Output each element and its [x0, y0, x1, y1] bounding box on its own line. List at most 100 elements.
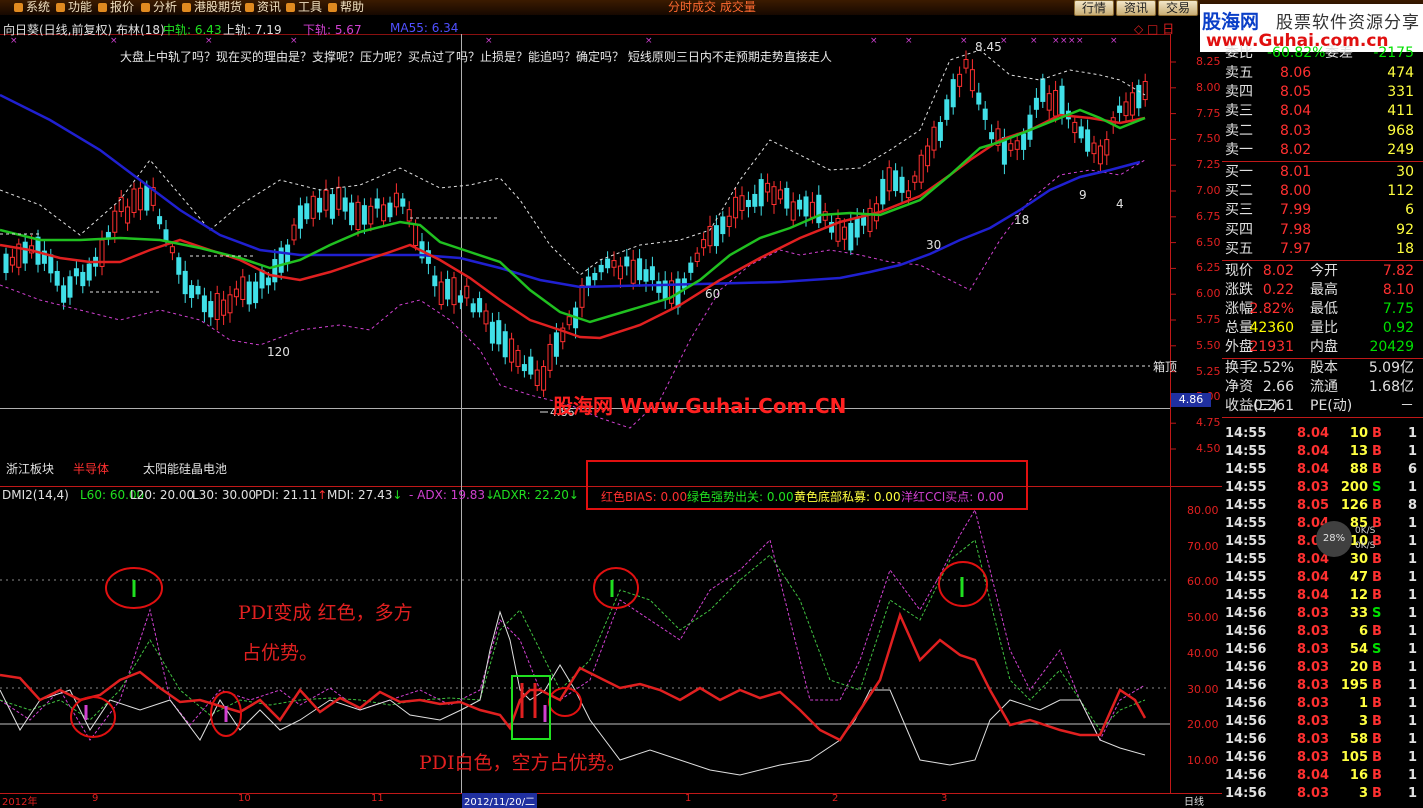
candle-body	[969, 69, 975, 92]
candle-body	[515, 349, 521, 367]
axis-month-3: 3	[941, 793, 948, 804]
indicator-name: 布林(18)	[116, 23, 165, 37]
period-label[interactable]: 日线	[1184, 793, 1204, 808]
window-controls[interactable]: ◇ □ 日	[1134, 20, 1174, 37]
dmi-axis-tick: 10.00	[1187, 753, 1219, 767]
price-axis-tick: 8.25	[1196, 55, 1221, 68]
candle-body	[534, 369, 540, 387]
trade-side: B	[1372, 660, 1382, 675]
trade-side: B	[1372, 570, 1382, 585]
menu-hk-futures[interactable]: 港股期货	[182, 0, 242, 15]
bid-volume: 18	[1396, 240, 1414, 257]
candle-body	[227, 294, 233, 314]
ma18-label: 18	[1014, 213, 1030, 227]
arrow-down-icon: ↓	[392, 488, 403, 502]
candle-body	[54, 270, 60, 286]
trade-row: 14:56 8.03 20 B 1	[1222, 659, 1423, 677]
trade-row: 14:56 8.03 1 B 1	[1222, 695, 1423, 713]
weibi-value: -60.82%	[1267, 45, 1326, 61]
ask-volume: 249	[1387, 141, 1414, 158]
trade-count: 1	[1408, 606, 1418, 621]
watermark: 股海网 Www.Guhai.Com.CN	[553, 394, 847, 418]
weicha-label: 委差	[1325, 45, 1353, 61]
menu-tools[interactable]: 工具	[286, 0, 322, 15]
candle-body	[1129, 92, 1135, 116]
candle-body	[784, 187, 790, 209]
stat-value: 8.10	[1382, 282, 1414, 298]
stat-value: 1.68亿	[1368, 379, 1414, 395]
cursor-price-box: 4.86	[1171, 393, 1211, 407]
trade-side: B	[1372, 552, 1382, 567]
bid-price: 7.99	[1280, 202, 1312, 219]
candle-body	[585, 276, 591, 287]
menu-analysis[interactable]: 分析	[141, 0, 177, 15]
stat-row: 换手 2.52% 股本 5.09亿	[1222, 359, 1423, 378]
dmi-adxr: ADXR: 22.20↓	[493, 488, 579, 502]
sector-semiconductor[interactable]: 半导体	[73, 460, 109, 477]
candle-body	[144, 185, 150, 211]
candle-body	[374, 198, 380, 209]
signal-x-mark: ×	[645, 36, 653, 46]
quote-panel: 委比 -60.82% 委差 -2175 卖五 8.06 474 卖四 8.05 331 卖三 8.04…	[1222, 45, 1423, 803]
trade-time: 14:55	[1225, 462, 1267, 477]
candle-body	[368, 205, 374, 225]
candle-body	[905, 190, 911, 199]
trade-volume: 54	[1349, 642, 1368, 657]
candle-body	[240, 276, 246, 300]
high-price-label: 8.45	[975, 40, 1002, 54]
trade-volume: 105	[1340, 750, 1368, 765]
menu-system[interactable]: 系统	[14, 0, 50, 15]
signal-x-mark: ×	[905, 36, 913, 46]
candle-body	[1040, 78, 1046, 102]
logo-tagline: 股票软件资源分享	[1276, 13, 1420, 33]
trade-tab-button[interactable]: 交易	[1158, 0, 1198, 16]
candle-body	[1027, 114, 1033, 140]
menu-function[interactable]: 功能	[56, 0, 92, 15]
trade-time: 14:56	[1225, 750, 1267, 765]
candle-body	[208, 301, 214, 318]
sector-zhejiang[interactable]: 浙江板块	[6, 460, 54, 477]
quote-tab-button[interactable]: 行情	[1074, 0, 1114, 16]
candle-body	[317, 197, 323, 213]
stat-value: 8.02	[1262, 263, 1294, 279]
trade-side: B	[1372, 786, 1382, 801]
menu-label: 帮助	[340, 0, 365, 14]
ask-price: 8.02	[1280, 141, 1312, 158]
candle-body	[1078, 126, 1084, 139]
candle-body	[349, 202, 355, 226]
menu-tools-icon	[286, 3, 295, 12]
axis-month-1: 1	[685, 793, 692, 804]
bid-price: 7.97	[1280, 240, 1312, 257]
bid-volume: 112	[1387, 183, 1414, 200]
trade-side: B	[1372, 498, 1382, 513]
candle-body	[400, 198, 406, 207]
menu-news[interactable]: 资讯	[245, 0, 281, 15]
candle-body	[169, 246, 175, 254]
candle-body	[3, 253, 9, 274]
sector-solar[interactable]: 太阳能硅晶电池	[143, 460, 227, 477]
menu-help[interactable]: 帮助	[328, 0, 364, 15]
trade-side: B	[1372, 768, 1382, 783]
ma30-label: 30	[926, 238, 942, 252]
trade-volume: 195	[1340, 678, 1368, 693]
trade-time: 14:55	[1225, 444, 1267, 459]
candle-body	[963, 59, 969, 69]
candle-body	[502, 331, 508, 358]
bid-volume: 92	[1396, 221, 1414, 238]
candle-body	[214, 293, 220, 320]
menu-quote[interactable]: 报价	[98, 0, 134, 15]
news-tab-button[interactable]: 资讯	[1116, 0, 1156, 16]
candle-body	[880, 178, 886, 205]
candle-body	[176, 257, 182, 275]
arrow-down-icon: ↓	[568, 488, 579, 502]
dmi-name: DMI2(14,4)	[2, 488, 69, 502]
candle-body	[752, 193, 758, 207]
candle-body	[541, 366, 547, 391]
trade-side: B	[1372, 624, 1382, 639]
candle-body	[1046, 93, 1052, 111]
candle-body	[336, 186, 342, 210]
boll-mid-label: 中轨: 6.43	[163, 23, 222, 37]
candle-body	[547, 343, 553, 371]
candle-body	[393, 192, 399, 208]
dmi-adx-value: ADX: 19.83	[417, 488, 486, 502]
